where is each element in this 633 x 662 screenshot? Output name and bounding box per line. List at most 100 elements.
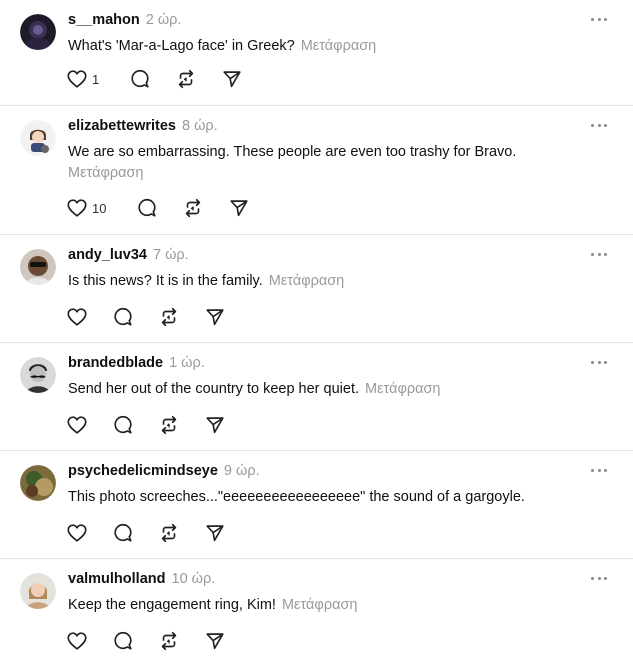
share-button[interactable] — [204, 305, 226, 329]
more-options-icon[interactable] — [591, 571, 607, 585]
send-icon — [230, 200, 249, 217]
send-icon — [223, 71, 241, 88]
repost-button[interactable] — [158, 521, 180, 545]
comment-icon — [131, 69, 149, 88]
share-button[interactable] — [221, 67, 243, 91]
repost-icon — [161, 523, 177, 543]
post-header: psychedelicmindseye 9 ώρ. — [68, 462, 260, 480]
repost-button[interactable] — [158, 629, 180, 653]
username[interactable]: elizabettewrites — [68, 118, 176, 134]
reply-button[interactable] — [112, 521, 134, 545]
repost-icon — [161, 307, 177, 327]
timestamp: 2 ώρ. — [145, 12, 182, 28]
repost-button[interactable] — [158, 305, 180, 329]
reply-post: s__mahon 2 ώρ. What's 'Mar-a-Lago face' i… — [0, 0, 633, 106]
post-text-block: This photo screeches..."eeeeeeeeeeeeeeee… — [68, 487, 588, 508]
comment-icon — [138, 198, 157, 217]
like-button[interactable]: 10 — [66, 196, 112, 220]
repost-icon — [186, 198, 201, 218]
post-text: Send her out of the country to keep her … — [68, 381, 359, 397]
like-count: 10 — [92, 200, 107, 216]
more-options-icon[interactable] — [591, 355, 607, 369]
timestamp: 9 ώρ. — [223, 463, 260, 479]
reply-button[interactable] — [129, 67, 151, 91]
post-text: We are so embarrassing. These people are… — [68, 144, 517, 160]
send-icon — [206, 525, 224, 542]
send-icon — [206, 309, 224, 326]
mustache-avatar-icon[interactable] — [20, 357, 56, 393]
reply-button[interactable] — [112, 629, 134, 653]
translate-link[interactable]: Μετάφραση — [301, 38, 377, 54]
like-count: 1 — [92, 71, 100, 87]
action-bar — [66, 413, 226, 437]
post-header: valmulholland 10 ώρ. — [68, 570, 215, 588]
woman-avatar-icon[interactable] — [20, 573, 56, 609]
repost-icon — [178, 69, 194, 89]
translate-link[interactable]: Μετάφραση — [365, 381, 441, 397]
post-text-block: Send her out of the country to keep her … — [68, 379, 588, 400]
timestamp: 7 ώρ. — [153, 247, 189, 263]
reply-button[interactable] — [112, 413, 134, 437]
repost-icon — [161, 631, 177, 651]
timestamp: 10 ώρ. — [171, 571, 216, 587]
share-button[interactable] — [228, 196, 250, 220]
username[interactable]: valmulholland — [68, 571, 166, 587]
post-text: What's 'Mar-a-Lago face' in Greek? — [68, 38, 295, 54]
like-button[interactable]: 1 — [66, 67, 105, 91]
reply-button[interactable] — [136, 196, 158, 220]
reply-post: elizabettewrites 8 ώρ. We are so embarras… — [0, 106, 633, 235]
sunglasses-avatar-icon[interactable] — [20, 249, 56, 285]
heart-icon — [67, 524, 87, 542]
post-header: s__mahon 2 ώρ. — [68, 11, 181, 29]
share-button[interactable] — [204, 629, 226, 653]
cartoon-avatar-icon[interactable] — [20, 120, 56, 156]
post-text-block: Keep the engagement ring, Kim! Μετάφραση — [68, 595, 588, 616]
like-button[interactable] — [66, 305, 88, 329]
timestamp: 1 ώρ. — [169, 355, 205, 371]
heart-icon — [67, 308, 87, 326]
like-button[interactable] — [66, 413, 88, 437]
repost-icon — [161, 415, 177, 435]
action-bar: 10 — [66, 196, 250, 220]
more-options-icon[interactable] — [591, 463, 607, 477]
share-button[interactable] — [204, 521, 226, 545]
timestamp: 8 ώρ. — [182, 118, 218, 134]
photo-avatar-icon[interactable] — [20, 465, 56, 501]
comment-icon — [114, 523, 132, 542]
action-bar — [66, 305, 226, 329]
heart-icon — [67, 199, 87, 217]
dark-avatar-icon[interactable] — [20, 14, 56, 50]
translate-link[interactable]: Μετάφραση — [269, 273, 345, 289]
comment-icon — [114, 307, 132, 326]
post-header: elizabettewrites 8 ώρ. — [68, 117, 218, 135]
reply-post: brandedblade 1 ώρ. Send her out of the co… — [0, 343, 633, 451]
reply-button[interactable] — [112, 305, 134, 329]
reply-post: valmulholland 10 ώρ. Keep the engagement … — [0, 559, 633, 662]
post-header: andy_luv34 7 ώρ. — [68, 246, 189, 264]
more-options-icon[interactable] — [591, 12, 607, 26]
more-options-icon[interactable] — [591, 118, 607, 132]
action-bar — [66, 521, 226, 545]
username[interactable]: s__mahon — [68, 12, 140, 28]
more-options-icon[interactable] — [591, 247, 607, 261]
like-button[interactable] — [66, 629, 88, 653]
like-button[interactable] — [66, 521, 88, 545]
post-text: Keep the engagement ring, Kim! — [68, 597, 276, 613]
share-button[interactable] — [204, 413, 226, 437]
repost-button[interactable] — [175, 67, 197, 91]
comment-icon — [114, 415, 132, 434]
send-icon — [206, 417, 224, 434]
comment-icon — [114, 631, 132, 650]
action-bar — [66, 629, 226, 653]
heart-icon — [67, 632, 87, 650]
replies-feed: s__mahon 2 ώρ. What's 'Mar-a-Lago face' i… — [0, 0, 633, 662]
username[interactable]: andy_luv34 — [68, 247, 147, 263]
translate-link[interactable]: Μετάφραση — [282, 597, 358, 613]
username[interactable]: psychedelicmindseye — [68, 463, 218, 479]
post-text: This photo screeches..."eeeeeeeeeeeeeeee… — [68, 489, 525, 505]
repost-button[interactable] — [158, 413, 180, 437]
translate-link[interactable]: Μετάφραση — [68, 165, 144, 181]
reply-post: andy_luv34 7 ώρ. Is this news? It is in t… — [0, 235, 633, 343]
username[interactable]: brandedblade — [68, 355, 163, 371]
repost-button[interactable] — [182, 196, 204, 220]
